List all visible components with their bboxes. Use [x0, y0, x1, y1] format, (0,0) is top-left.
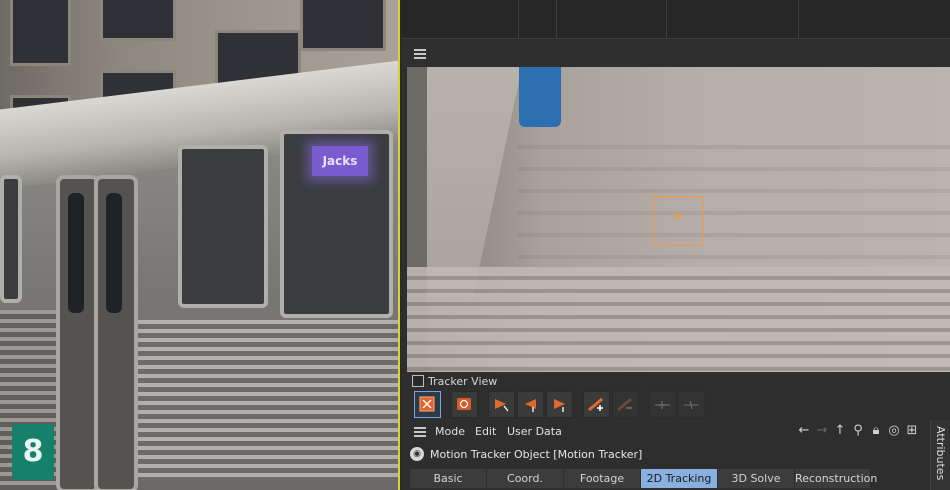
- object-title-label: Motion Tracker Object [Motion Tracker]: [430, 447, 643, 461]
- lock-icon[interactable]: 🔒︎: [869, 424, 883, 438]
- auto-track-icon: [457, 398, 471, 410]
- top-strip-cell: [518, 0, 557, 38]
- tab-basic[interactable]: Basic: [410, 469, 486, 488]
- remove-track-icon: [617, 397, 632, 412]
- tab-footage[interactable]: Footage: [564, 469, 640, 488]
- add-key-icon: [655, 401, 670, 409]
- floor-texture: [517, 127, 950, 267]
- hamburger-menu-icon[interactable]: [414, 427, 426, 437]
- add-track-icon: [588, 397, 603, 412]
- floor-planks: [407, 267, 950, 372]
- new-window-icon[interactable]: ⊞: [905, 424, 919, 438]
- top-strip-cell: [556, 0, 667, 38]
- menu-edit[interactable]: Edit: [475, 425, 496, 438]
- active-viewport-border: [398, 0, 400, 490]
- search-icon[interactable]: ⚲: [851, 424, 865, 438]
- add-keyframe[interactable]: [649, 391, 676, 418]
- tracker-select-icon: [419, 396, 435, 412]
- remove-key-icon: [684, 400, 699, 410]
- add-track[interactable]: [583, 391, 610, 418]
- train-destination-sign: Jacks: [312, 146, 368, 176]
- track-backward-icon: [495, 399, 509, 412]
- track-backward-all-icon: [525, 399, 536, 412]
- tracker-view-checkbox[interactable]: [412, 375, 424, 387]
- forward-arrow-icon[interactable]: →: [815, 424, 829, 438]
- train-ribbing: [120, 320, 400, 480]
- up-arrow-icon[interactable]: ↑: [833, 424, 847, 438]
- tab-reconstruction[interactable]: Reconstruction: [795, 469, 877, 488]
- train-window: [0, 175, 22, 303]
- tracker-view-label: Tracker View: [428, 374, 498, 388]
- motion-tracker-icon: ◉: [410, 447, 424, 461]
- motion-tracker-panel: ✕ Tracker View Mode Edit User Data ← → ↑…: [402, 0, 950, 490]
- tracker-view-toggle[interactable]: Tracker View: [412, 374, 497, 388]
- tracker-view-header: [402, 42, 950, 66]
- track-forward-icon: [554, 399, 565, 412]
- tab-3d-solve[interactable]: 3D Solve: [718, 469, 794, 488]
- track-forward[interactable]: [546, 391, 573, 418]
- tracker-toolbar: [414, 391, 705, 418]
- top-strip-cell: [402, 0, 519, 38]
- object-title: ◉ Motion Tracker Object [Motion Tracker]: [410, 447, 642, 461]
- hamburger-menu-icon[interactable]: [414, 49, 426, 59]
- attributes-side-tab-label: Attributes: [934, 426, 947, 481]
- track-center-icon: ✕: [672, 210, 683, 225]
- building-window: [10, 0, 71, 66]
- remove-track[interactable]: [612, 391, 639, 418]
- attributes-menu-bar: Mode Edit User Data ← → ↑ ⚲ 🔒︎ ◎ ⊞: [402, 421, 950, 443]
- building-window: [100, 0, 176, 41]
- track-backward[interactable]: [517, 391, 544, 418]
- train-window: [178, 145, 268, 308]
- building-window: [300, 0, 386, 51]
- attributes-side-tab[interactable]: Attributes: [930, 420, 950, 490]
- menu-mode[interactable]: Mode: [435, 425, 465, 438]
- tracker-view-canvas[interactable]: ✕: [407, 67, 950, 372]
- back-arrow-icon[interactable]: ←: [797, 424, 811, 438]
- track-select-tool[interactable]: [414, 391, 441, 418]
- menu-user-data[interactable]: User Data: [507, 425, 562, 438]
- attribute-tabs: Basic Coord. Footage 2D Tracking 3D Solv…: [410, 469, 877, 488]
- main-viewport[interactable]: Jacks 8: [0, 0, 400, 490]
- remove-keyframe[interactable]: [678, 391, 705, 418]
- route-badge: 8: [12, 424, 54, 480]
- track-marker[interactable]: ✕: [653, 196, 703, 246]
- auto-track-tool[interactable]: [451, 391, 478, 418]
- track-backward-step[interactable]: [488, 391, 515, 418]
- target-icon[interactable]: ◎: [887, 424, 901, 438]
- nav-icons: ← → ↑ ⚲ 🔒︎ ◎ ⊞: [797, 424, 919, 438]
- train-door: [94, 175, 138, 490]
- top-toolbar-strip: [402, 0, 950, 39]
- top-strip-cell: [666, 0, 799, 38]
- tab-2d-tracking[interactable]: 2D Tracking: [641, 469, 717, 488]
- blue-pillar: [519, 67, 561, 127]
- tab-coord[interactable]: Coord.: [487, 469, 563, 488]
